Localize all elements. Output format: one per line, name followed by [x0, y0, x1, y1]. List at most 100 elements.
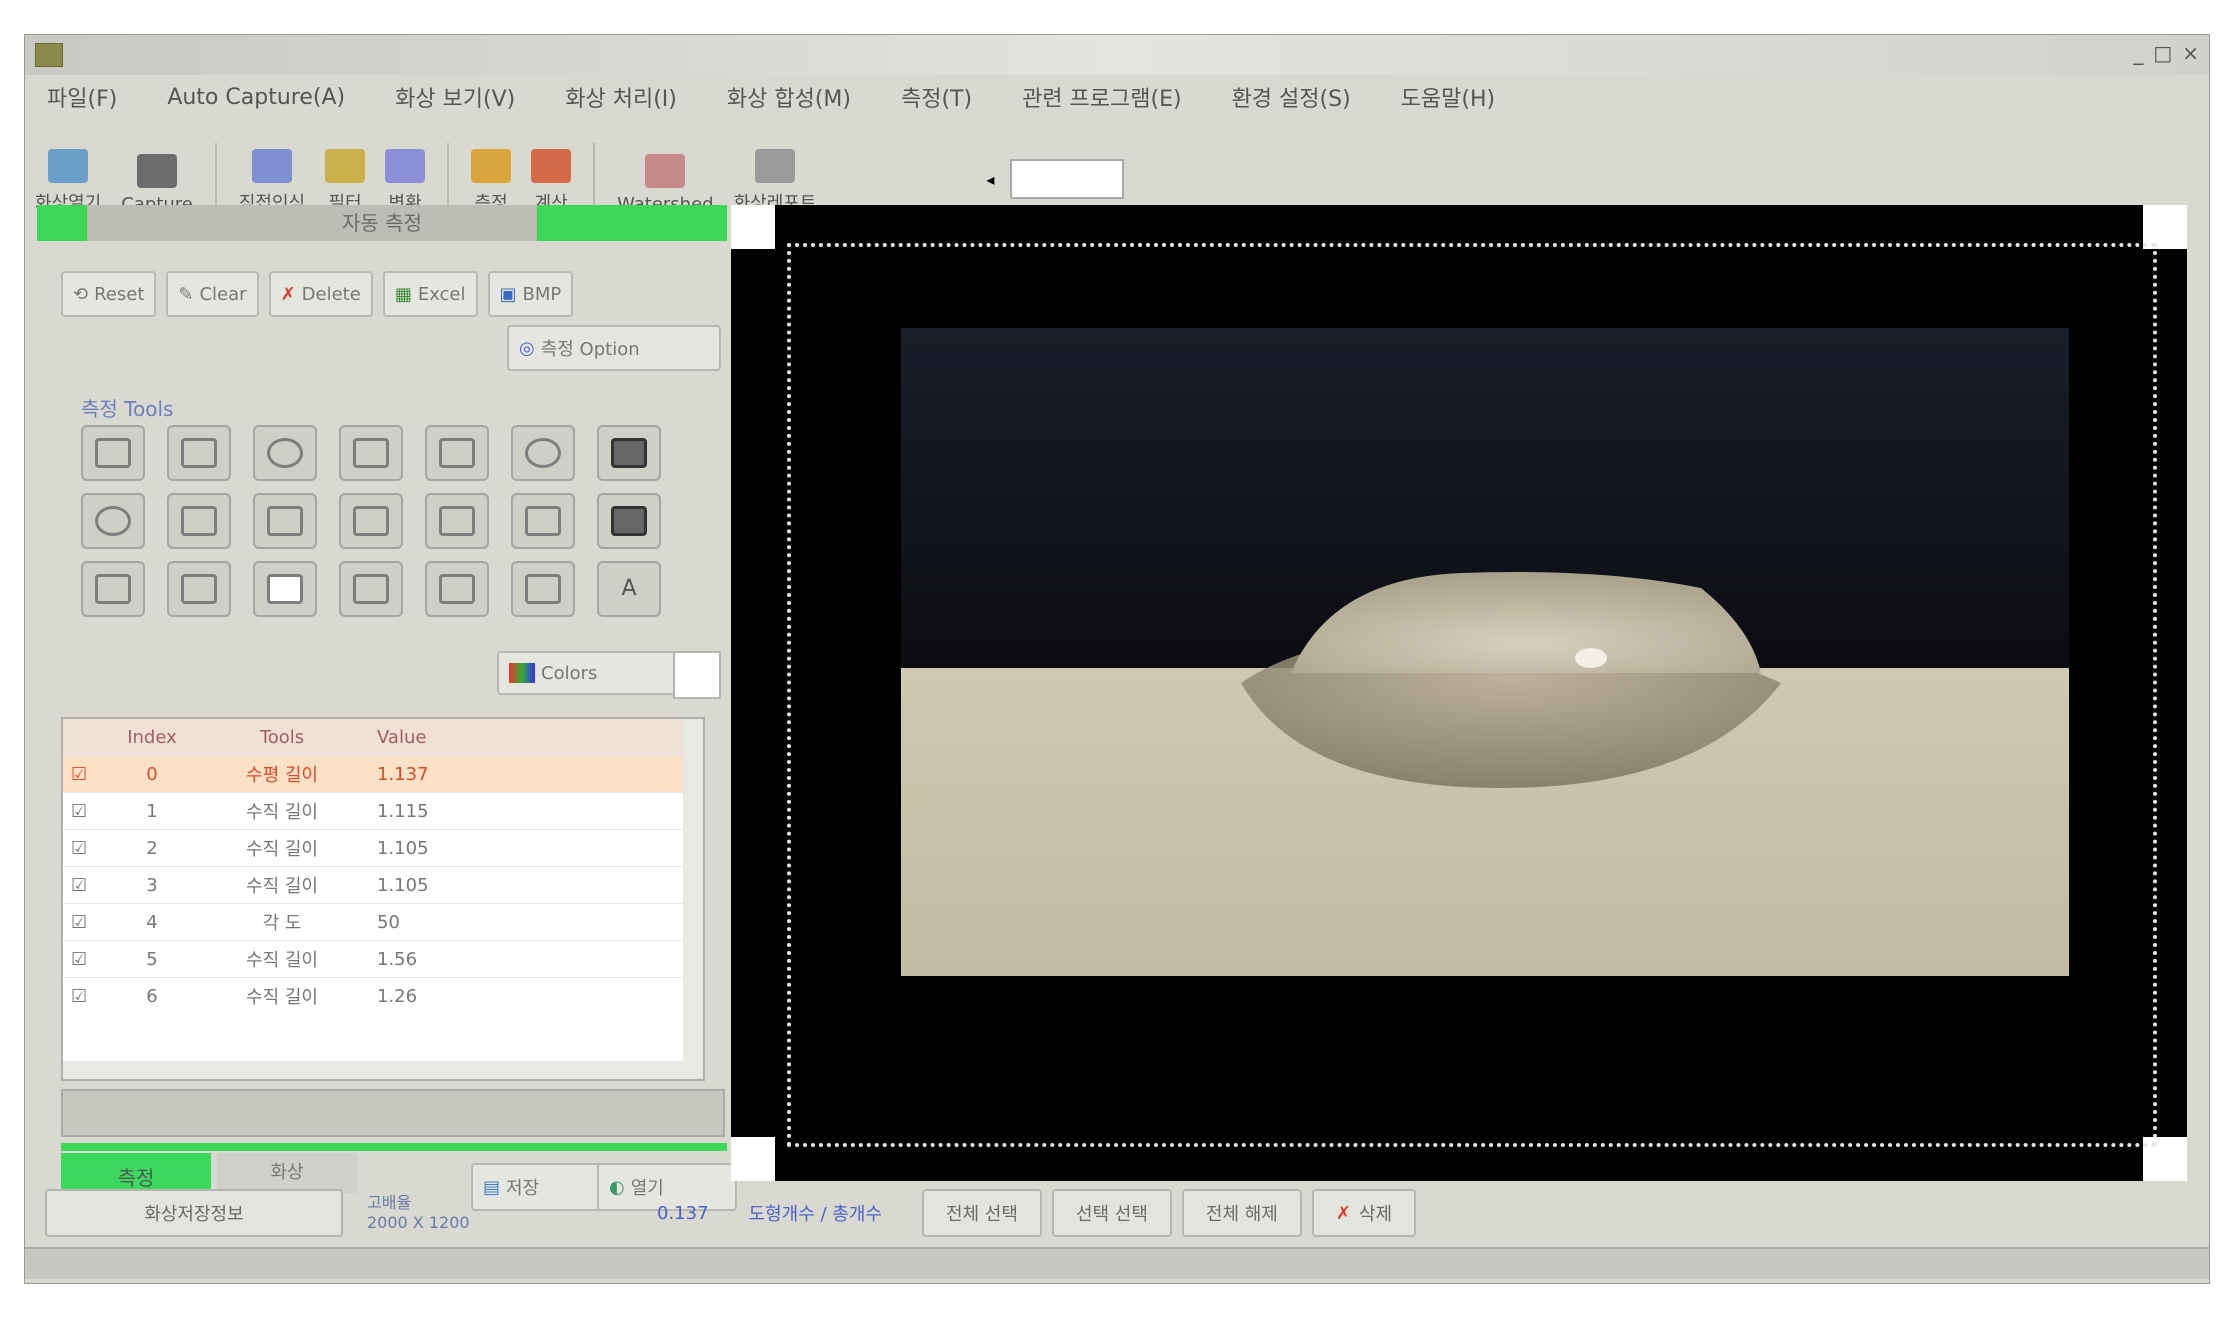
reset-button[interactable]: ⟲ Reset [61, 271, 157, 317]
panel-status-box [61, 1089, 725, 1137]
table-row[interactable]: ☑ 4 각 도 50 [63, 903, 703, 940]
tool-ellipse-icon[interactable] [81, 493, 145, 549]
option-icon: ◎ [519, 337, 535, 359]
measure-results-table: Index Tools Value ☑ 0 수평 길이 1.137 ☑ 1 수직… [61, 717, 705, 1081]
table-row[interactable]: ☑ 2 수직 길이 1.105 [63, 829, 703, 866]
menu-bar: 파일(F) Auto Capture(A) 화상 보기(V) 화상 처리(I) … [25, 75, 2209, 119]
shape-count: 도형개수 / 총개수 [748, 1204, 882, 1225]
zoom-decrease-icon[interactable]: ◂ [986, 170, 994, 189]
color-swatch[interactable] [673, 651, 721, 699]
viewer-corner [731, 1137, 775, 1181]
tool-text-icon[interactable]: A [597, 561, 661, 617]
table-row[interactable]: ☑ 3 수직 길이 1.105 [63, 866, 703, 903]
menu-auto-capture[interactable]: Auto Capture(A) [145, 85, 373, 110]
image-viewer[interactable] [731, 205, 2187, 1181]
table-row[interactable]: ☑ 5 수직 길이 1.56 [63, 940, 703, 977]
reset-icon: ⟲ [73, 283, 89, 305]
measure-option-button[interactable]: ◎ 측정 Option [507, 325, 721, 371]
excel-button[interactable]: ▦ Excel [382, 271, 478, 317]
select-all-button[interactable]: 전체 선택 [921, 1189, 1042, 1237]
watershed-icon [645, 154, 686, 188]
table-vertical-scrollbar[interactable] [683, 719, 703, 1079]
measure-icon [251, 149, 292, 183]
table-horizontal-scrollbar[interactable] [63, 1061, 703, 1079]
image-info-button[interactable]: 화상저장정보 [45, 1189, 343, 1237]
tool-ring-icon[interactable] [511, 425, 575, 481]
tool-cursor-icon[interactable] [597, 425, 661, 481]
row-checkbox[interactable]: ☑ [63, 949, 97, 970]
minimize-icon[interactable]: _ [2133, 41, 2143, 65]
table-row[interactable]: ☑ 6 수직 길이 1.26 [63, 977, 703, 1014]
eraser-icon: ✎ [178, 283, 194, 305]
row-checkbox[interactable]: ☑ [63, 912, 97, 933]
row-checkbox[interactable]: ☑ [63, 986, 97, 1007]
deselect-all-button[interactable]: 전체 해제 [1181, 1189, 1302, 1237]
excel-icon: ▦ [394, 283, 412, 305]
menu-image-process[interactable]: 화상 처리(I) [543, 81, 705, 113]
table-header: Index Tools Value [63, 719, 703, 755]
tool-split-icon[interactable] [167, 425, 231, 481]
bottom-strip [25, 1247, 2209, 1279]
row-checkbox[interactable]: ☑ [63, 838, 97, 859]
panel-button-row: ⟲ Reset ✎ Clear ✗ Delete ▦ Excel ▣ BMP [61, 271, 574, 317]
filter-icon [325, 149, 366, 183]
tool-center-icon[interactable] [339, 425, 403, 481]
tool-rect-icon[interactable] [81, 425, 145, 481]
measure-tool-grid: A [81, 425, 677, 625]
application-window: _ □ × 파일(F) Auto Capture(A) 화상 보기(V) 화상 … [24, 34, 2210, 1284]
tool-copy-icon[interactable] [167, 561, 231, 617]
delete-x-icon: ✗ [280, 283, 296, 305]
bmp-button[interactable]: ▣ BMP [487, 271, 574, 317]
row-checkbox[interactable]: ☑ [63, 875, 97, 896]
tool-box-icon[interactable] [253, 493, 317, 549]
bmp-icon: ▣ [499, 283, 517, 305]
tool-x-icon[interactable] [511, 493, 575, 549]
table-row[interactable]: ☑ 1 수직 길이 1.115 [63, 792, 703, 829]
toolbar-separator [214, 143, 217, 213]
palette-icon [509, 663, 535, 683]
header-index[interactable]: Index [97, 727, 207, 748]
maximize-icon[interactable]: □ [2153, 41, 2172, 65]
tools-label: 측정 Tools [81, 397, 174, 421]
header-value[interactable]: Value [357, 727, 703, 748]
zoom-input[interactable] [1010, 159, 1125, 199]
menu-measure[interactable]: 측정(T) [879, 81, 1000, 113]
menu-file[interactable]: 파일(F) [25, 81, 145, 113]
header-tools[interactable]: Tools [207, 727, 357, 748]
row-checkbox[interactable]: ☑ [63, 764, 97, 785]
menu-related[interactable]: 관련 프로그램(E) [1000, 81, 1210, 113]
menu-view[interactable]: 화상 보기(V) [373, 81, 543, 113]
close-icon[interactable]: × [2182, 41, 2199, 65]
select-button[interactable]: 선택 선택 [1051, 1189, 1172, 1237]
tool-rotate-icon[interactable] [511, 561, 575, 617]
colors-button[interactable]: Colors [497, 651, 685, 695]
title-bar: _ □ × [25, 35, 2209, 75]
app-icon [35, 43, 63, 67]
tool-circle-icon[interactable] [253, 425, 317, 481]
tool-shade-icon[interactable] [425, 425, 489, 481]
menu-image-merge[interactable]: 화상 합성(M) [705, 81, 879, 113]
delete-shapes-button[interactable]: ✗ 삭제 [1311, 1189, 1417, 1237]
menu-help[interactable]: 도움말(H) [1379, 81, 1523, 113]
toolbar-separator [447, 143, 450, 213]
clear-button[interactable]: ✎ Clear [166, 271, 259, 317]
panel-title: 자동 측정 [37, 205, 727, 241]
row-checkbox[interactable]: ☑ [63, 801, 97, 822]
tool-angle-icon[interactable] [425, 561, 489, 617]
tool-square-icon[interactable] [253, 561, 317, 617]
delete-button[interactable]: ✗ Delete [268, 271, 373, 317]
scale-value: 0.137 [657, 1202, 709, 1224]
camera-icon [137, 154, 178, 188]
calc-icon [531, 149, 572, 183]
tool-polygon-icon[interactable] [425, 493, 489, 549]
measure-panel: 자동 측정 ⟲ Reset ✎ Clear ✗ Delete ▦ Excel ▣… [37, 205, 737, 1211]
table-row[interactable]: ☑ 0 수평 길이 1.137 [63, 755, 703, 792]
tool-cross-icon[interactable] [339, 493, 403, 549]
menu-settings[interactable]: 환경 설정(S) [1210, 81, 1379, 113]
tool-diag-icon[interactable] [167, 493, 231, 549]
status-bar: 화상저장정보 고배율 2000 X 1200 0.137 도형개수 / 총개수 … [25, 1185, 2209, 1241]
droplet-photo [901, 328, 2069, 976]
tool-bracket-icon[interactable] [81, 561, 145, 617]
tool-move-icon[interactable] [597, 493, 661, 549]
tool-line-icon[interactable] [339, 561, 403, 617]
